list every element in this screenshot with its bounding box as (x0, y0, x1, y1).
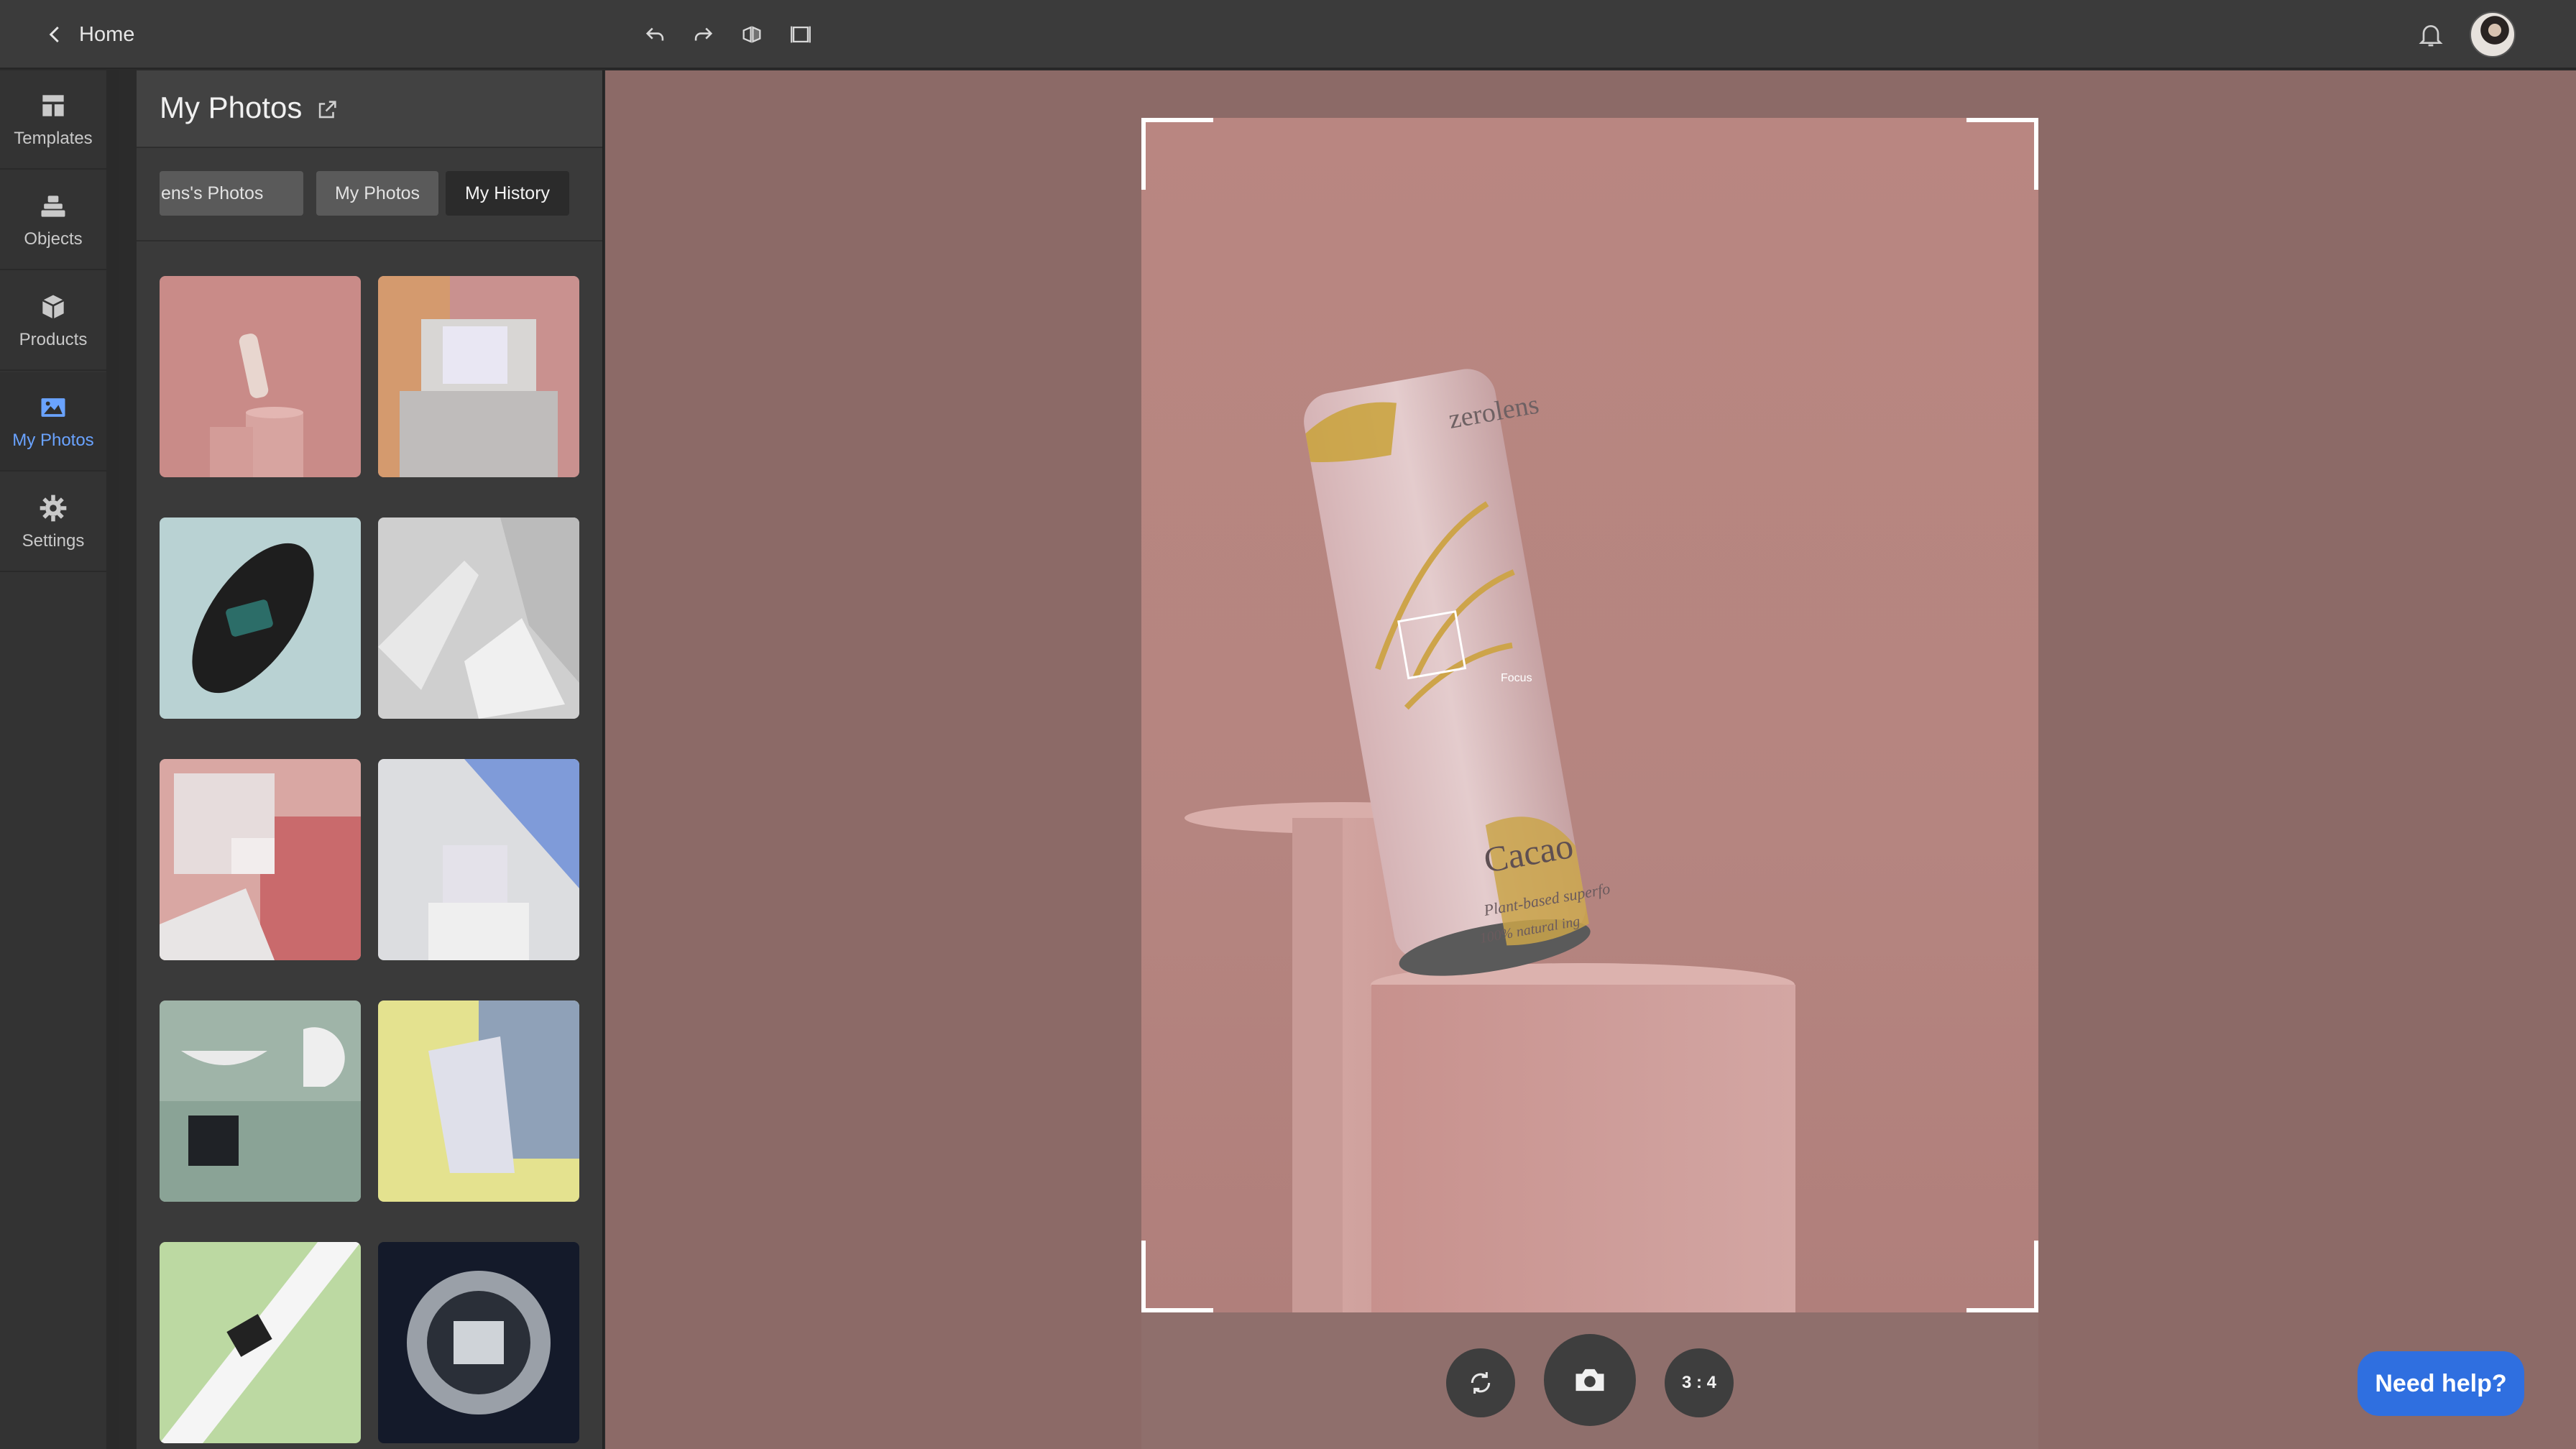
rotate-icon (1471, 1372, 1491, 1394)
rail-item-label: Products (19, 330, 88, 349)
rail-item-label: Templates (14, 129, 93, 148)
flip-icon (742, 26, 761, 43)
crop-corner-top-right[interactable] (1966, 118, 2038, 190)
photo-thumbnail[interactable] (160, 276, 361, 477)
panel-header: My Photos (137, 70, 602, 148)
photo-tabs: ens's Photos My Photos My History (137, 150, 602, 242)
canvas-stage: zerolens Cacao Plant-based superfo 100% … (605, 70, 2576, 1449)
tab-my-photos[interactable]: My Photos (316, 171, 438, 216)
flip-button[interactable] (737, 20, 766, 49)
crop-corner-bottom-left[interactable] (1141, 1241, 1213, 1312)
rail-item-label: Settings (22, 531, 85, 551)
crop-corner-top-left[interactable] (1141, 118, 1213, 190)
templates-icon (42, 95, 64, 116)
photo-thumbnail[interactable] (378, 518, 579, 719)
photo-thumbnail[interactable] (378, 276, 579, 477)
rail-item-templates[interactable]: Templates (0, 70, 106, 170)
panel-title: My Photos (160, 91, 303, 124)
camera-icon (1576, 1368, 1604, 1392)
top-bar: Home (0, 0, 2576, 69)
photos-icon (41, 398, 65, 417)
undo-icon (645, 27, 664, 41)
rail-item-objects[interactable]: Objects (0, 171, 106, 270)
photo-thumbnail[interactable] (378, 1000, 579, 1202)
rail-item-products[interactable]: Products (0, 272, 106, 371)
aspect-ratio-label: 3 : 4 (1681, 1373, 1717, 1392)
external-link-icon[interactable] (315, 98, 339, 122)
home-button[interactable]: Home (45, 19, 134, 50)
rotate-view-button[interactable] (1446, 1348, 1515, 1417)
scene-viewport[interactable]: zerolens Cacao Plant-based superfo 100% … (1141, 118, 2038, 1321)
rail-item-label: My Photos (12, 431, 94, 450)
bell-icon (2419, 25, 2443, 47)
gear-icon (40, 494, 67, 522)
photo-thumbnail[interactable] (160, 518, 361, 719)
tab-label: My History (464, 183, 551, 203)
tab-label: My Photos (334, 183, 420, 203)
rail-item-my-photos[interactable]: My Photos (0, 372, 106, 472)
objects-icon (41, 196, 65, 217)
need-help-label: Need help? (2375, 1369, 2507, 1397)
chevron-left-icon (49, 26, 59, 43)
left-rail: Templates Objects Products My Photos Set… (0, 70, 119, 1449)
tab-my-history[interactable]: My History (446, 171, 569, 216)
need-help-button[interactable]: Need help? (2358, 1351, 2524, 1416)
focus-label: Focus (1501, 672, 1532, 684)
redo-button[interactable] (689, 20, 717, 49)
photo-thumbnail[interactable] (160, 759, 361, 960)
crop-corner-bottom-right[interactable] (1966, 1241, 2038, 1312)
user-avatar[interactable] (2470, 12, 2516, 58)
photo-thumbnail[interactable] (378, 759, 579, 960)
aspect-ratio-button[interactable]: 3 : 4 (1665, 1348, 1734, 1417)
photo-thumbnail[interactable] (378, 1242, 579, 1443)
photo-thumbnail[interactable] (160, 1000, 361, 1202)
photo-thumbnail[interactable] (160, 1242, 361, 1443)
rail-item-label: Objects (24, 229, 83, 249)
tab-label: ens's Photos (161, 183, 264, 203)
redo-icon (694, 27, 713, 41)
compare-icon (791, 26, 811, 43)
home-label: Home (79, 22, 135, 46)
rail-item-settings[interactable]: Settings (0, 473, 106, 572)
undo-button[interactable] (641, 20, 670, 49)
tab-team-photos[interactable]: ens's Photos (160, 171, 303, 216)
photos-panel: My Photos ens's Photos My Photos My Hist… (137, 70, 604, 1449)
capture-photo-button[interactable] (1544, 1334, 1636, 1426)
products-icon (42, 295, 65, 319)
compare-button[interactable] (786, 20, 815, 49)
notifications-button[interactable] (2415, 19, 2447, 50)
product-scene: zerolens Cacao Plant-based superfo 100% … (1184, 369, 1795, 1321)
